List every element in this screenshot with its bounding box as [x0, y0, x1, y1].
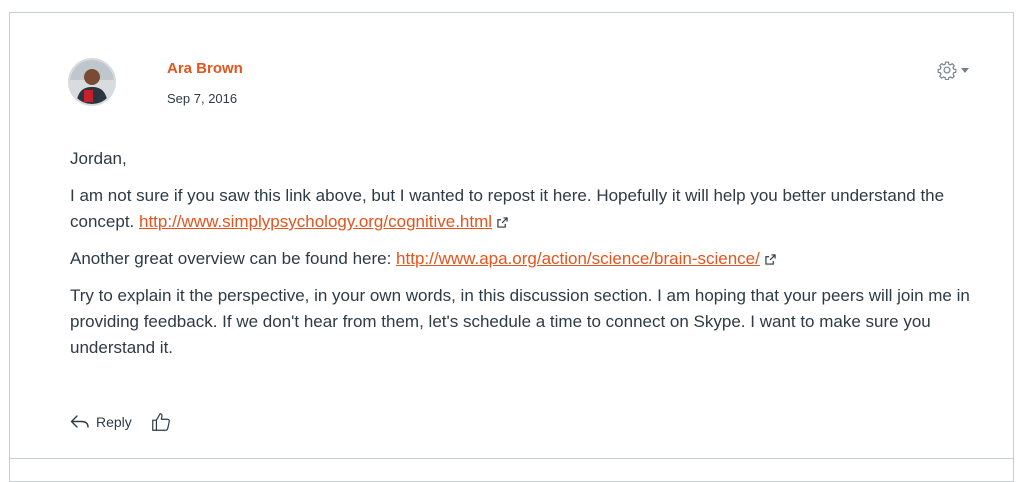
- entry-divider: [10, 458, 1013, 459]
- simplypsychology-link[interactable]: http://www.simplypsychology.org/cognitiv…: [139, 212, 492, 231]
- greeting-text: Jordan,: [70, 149, 127, 168]
- message-paragraph-2: Another great overview can be found here…: [70, 246, 990, 272]
- reply-label: Reply: [96, 414, 132, 430]
- avatar-photo-icon: [70, 60, 114, 104]
- reply-button[interactable]: Reply: [70, 414, 132, 430]
- chevron-down-icon: [961, 67, 969, 73]
- external-link-icon: [497, 217, 508, 228]
- message-body: Jordan, I am not sure if you saw this li…: [70, 146, 990, 372]
- gear-icon: [937, 61, 957, 80]
- avatar[interactable]: [68, 58, 116, 106]
- discussion-entry-frame: Ara Brown Sep 7, 2016 Jordan, I am not s…: [9, 12, 1014, 482]
- reply-arrow-icon: [70, 415, 89, 428]
- author-name-link[interactable]: Ara Brown: [167, 60, 243, 77]
- message-paragraph-1: I am not sure if you saw this link above…: [70, 183, 990, 235]
- paragraph-2-text: Another great overview can be found here…: [70, 249, 397, 268]
- apa-link[interactable]: http://www.apa.org/action/science/brain-…: [396, 249, 760, 268]
- external-link-icon: [765, 254, 776, 265]
- entry-actions: Reply: [70, 411, 172, 433]
- post-date: Sep 7, 2016: [167, 91, 238, 106]
- settings-menu-button[interactable]: [937, 60, 969, 80]
- message-paragraph-3: Try to explain it the perspective, in yo…: [70, 286, 970, 357]
- thumbs-up-icon: [151, 413, 170, 431]
- like-button[interactable]: [150, 411, 172, 433]
